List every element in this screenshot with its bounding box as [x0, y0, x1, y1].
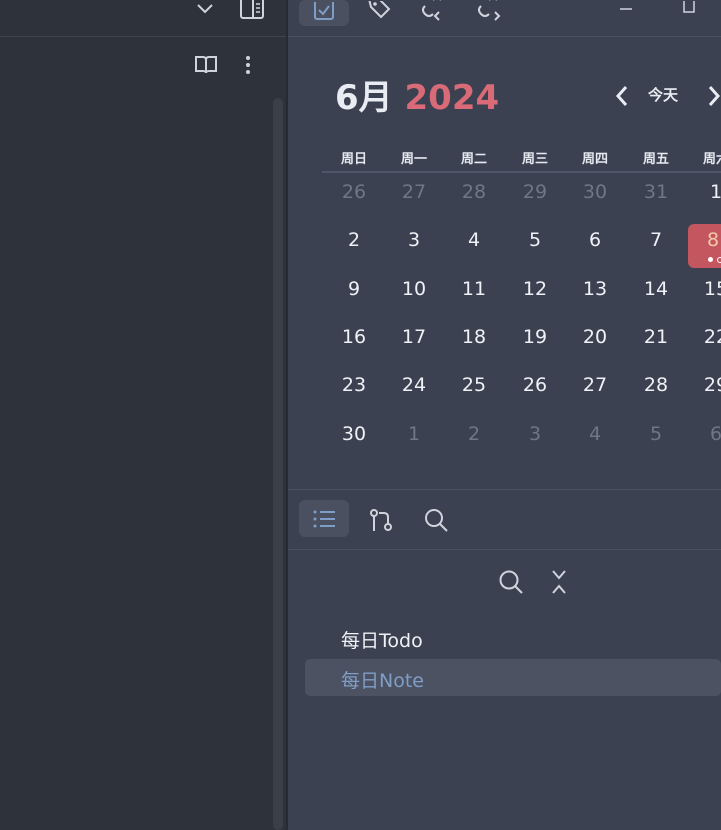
calendar-day[interactable]: 16 — [324, 326, 384, 348]
left-pane — [0, 0, 287, 830]
calendar-day[interactable]: 5 — [626, 423, 686, 445]
weekday-header: 周六 — [702, 152, 721, 167]
calendar-day[interactable]: 19 — [505, 326, 565, 348]
calendar-day[interactable]: 15 — [686, 278, 721, 300]
search-icon[interactable] — [496, 568, 526, 596]
calendar-day[interactable]: 7 — [626, 229, 686, 251]
chevron-down-icon[interactable] — [193, 0, 217, 18]
calendar-day[interactable]: 4 — [444, 229, 504, 251]
calendar-day[interactable]: 26 — [505, 374, 565, 396]
calendar-day[interactable]: 30 — [324, 423, 384, 445]
event-dot — [708, 257, 713, 262]
calendar-day[interactable]: 11 — [444, 278, 504, 300]
collapse-all-icon[interactable] — [546, 568, 572, 596]
outline-item[interactable]: 每日Todo — [341, 626, 423, 653]
calendar-day[interactable]: 4 — [565, 423, 625, 445]
reading-mode-icon[interactable] — [192, 53, 220, 77]
calendar-day[interactable]: 25 — [444, 374, 504, 396]
calendar-day[interactable]: 3 — [384, 229, 444, 251]
outline-tab-icon[interactable] — [299, 500, 349, 537]
calendar-day[interactable]: 2 — [444, 423, 504, 445]
calendar-day[interactable]: 5 — [505, 229, 565, 251]
maximize-icon[interactable] — [675, 0, 703, 16]
more-options-icon[interactable] — [238, 53, 258, 77]
calendar-day[interactable]: 24 — [384, 374, 444, 396]
year-label: 2024 — [404, 78, 500, 118]
sidebar-toggle-icon[interactable] — [238, 0, 266, 20]
calendar-day[interactable]: 3 — [505, 423, 565, 445]
calendar-day[interactable]: 2 — [324, 229, 384, 251]
weekday-header: 周二 — [460, 152, 487, 167]
scrollbar[interactable] — [273, 98, 283, 830]
calendar-day[interactable]: 27 — [384, 181, 444, 203]
weekday-header: 周日 — [340, 152, 367, 167]
calendar-tab-icon[interactable] — [299, 0, 349, 26]
calendar-day[interactable]: 31 — [626, 181, 686, 203]
calendar-day[interactable]: 26 — [324, 181, 384, 203]
today-button[interactable]: 今天 — [648, 84, 678, 105]
calendar-divider — [288, 489, 721, 490]
calendar-day[interactable]: 14 — [626, 278, 686, 300]
outline-item-selected[interactable]: 每日Note — [341, 666, 424, 693]
calendar-day[interactable]: 6 — [686, 423, 721, 445]
tags-tab-icon[interactable] — [364, 0, 396, 22]
weekday-header: 周四 — [581, 152, 608, 167]
calendar-day[interactable]: 9 — [324, 278, 384, 300]
git-compare-icon[interactable] — [366, 506, 396, 534]
calendar-day[interactable]: 22 — [686, 326, 721, 348]
weekday-header: 周三 — [521, 152, 548, 167]
calendar-day[interactable]: 29 — [686, 374, 721, 396]
weekday-header: 周一 — [400, 152, 427, 167]
event-dot — [717, 257, 721, 263]
calendar-day[interactable]: 28 — [444, 181, 504, 203]
calendar-day[interactable]: 1 — [384, 423, 444, 445]
calendar-day[interactable]: 17 — [384, 326, 444, 348]
next-month-icon[interactable] — [704, 82, 721, 110]
right-sidebar — [288, 0, 721, 830]
calendar-day[interactable]: 6 — [565, 229, 625, 251]
calendar-day[interactable]: 18 — [444, 326, 504, 348]
calendar-day[interactable]: 10 — [384, 278, 444, 300]
calendar-day-today[interactable]: 8 — [688, 229, 721, 251]
backlinks-tab-icon[interactable] — [418, 0, 450, 22]
calendar-month-title: 6月 2024 — [335, 76, 499, 120]
outgoing-links-tab-icon[interactable] — [474, 0, 506, 22]
month-label: 6月 — [335, 78, 393, 118]
calendar-day[interactable]: 30 — [565, 181, 625, 203]
calendar-day[interactable]: 21 — [626, 326, 686, 348]
calendar-day[interactable]: 27 — [565, 374, 625, 396]
calendar-day[interactable]: 12 — [505, 278, 565, 300]
minimize-icon[interactable] — [612, 0, 640, 16]
calendar-day[interactable]: 23 — [324, 374, 384, 396]
calendar-day[interactable]: 20 — [565, 326, 625, 348]
search-tab-icon[interactable] — [421, 506, 451, 534]
weekday-header: 周五 — [642, 152, 669, 167]
calendar-day[interactable]: 29 — [505, 181, 565, 203]
previous-month-icon[interactable] — [610, 82, 634, 110]
outline-tab-divider — [288, 549, 721, 550]
calendar-day[interactable]: 13 — [565, 278, 625, 300]
tab-bar-divider — [288, 36, 721, 37]
calendar-day[interactable]: 28 — [626, 374, 686, 396]
calendar-day[interactable]: 1 — [686, 181, 721, 203]
weekday-header-divider — [322, 171, 721, 173]
